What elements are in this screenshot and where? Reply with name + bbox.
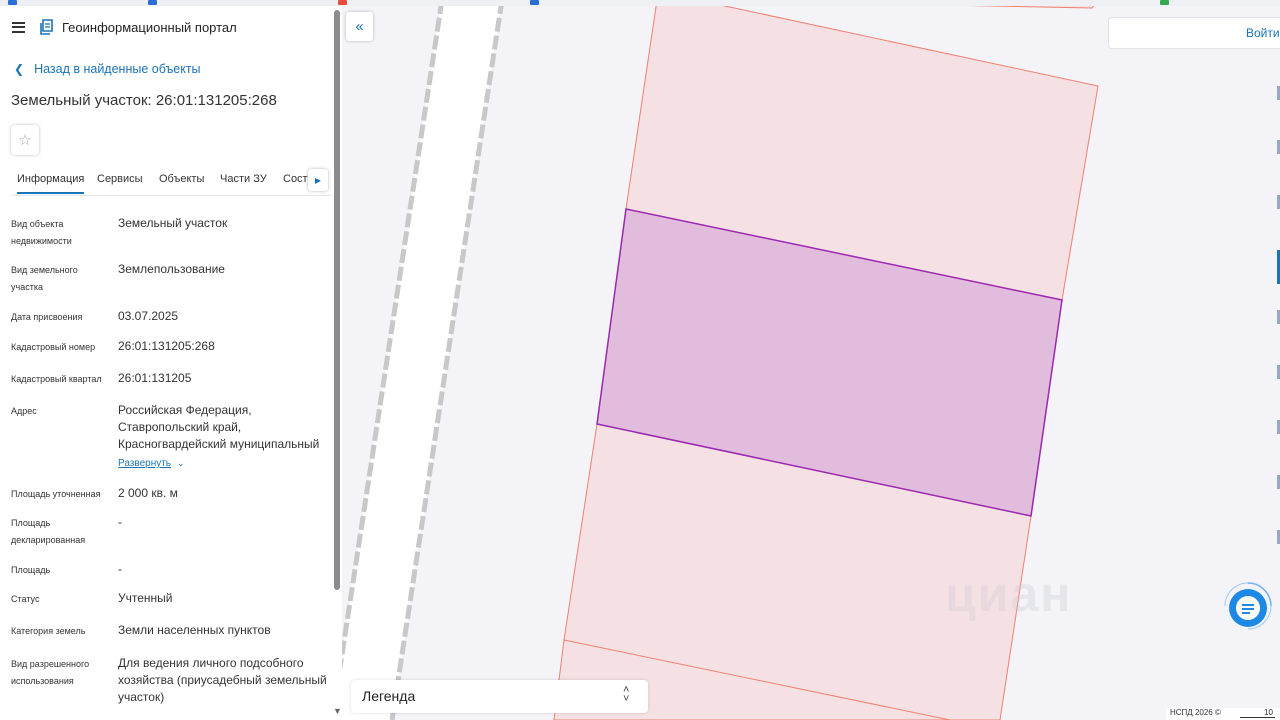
map-view[interactable] [342,0,1280,720]
tab-information[interactable]: Информация [17,173,85,194]
chevron-right-icon[interactable]: ▶ [308,169,328,191]
tab-parts[interactable]: Части ЗУ [220,173,267,185]
back-link-label: Назад в найденные объекты [34,62,201,76]
tab-services[interactable]: Сервисы [97,173,143,185]
star-outline-icon[interactable]: ☆ [11,125,39,155]
detail-label: Дата присвоения [11,312,83,322]
detail-value: 26:01:131205:268 [118,339,215,353]
detail-value: Учтенный [118,591,173,605]
chat-icon[interactable] [1222,580,1274,632]
page-title: Земельный участок: 26:01:131205:268 [11,92,277,109]
detail-label: Вид земельного участка [11,265,78,292]
tab-objects[interactable]: Объекты [159,173,204,185]
back-to-results-link[interactable]: ❮ Назад в найденные объекты [14,62,201,76]
detail-label: Вид объекта недвижимости [11,219,72,246]
road-strip [342,0,502,720]
detail-label: Статус [11,594,40,604]
map-scale: 10 [1240,708,1275,718]
expand-label: Развернуть [118,458,172,469]
portal-header: Геоинформационный портал [12,17,237,37]
detail-label: Площадь декларированная [11,518,86,545]
panel-scrollbar[interactable] [334,10,340,590]
legend-dropdown[interactable]: Легенда ˄ ˅ [351,680,648,713]
detail-label: Площадь уточненная [11,489,101,499]
detail-value: 26:01:131205 [118,371,192,385]
chevron-down-icon: ⌄ [177,458,185,468]
browser-bookmark-strip [0,0,1280,6]
detail-label: Кадастровый квартал [11,374,102,384]
detail-value: 03.07.2025 [118,309,179,323]
login-button[interactable]: Войти [1108,17,1280,49]
double-chevron-left-icon[interactable]: « [346,12,373,41]
portal-title: Геоинформационный портал [62,19,237,35]
login-label: Войти [1246,26,1280,40]
detail-label: Площадь [11,565,51,575]
address-expand-link[interactable]: Развернуть ⌄ [118,458,185,469]
object-info-panel: Геоинформационный портал ❮ Назад в найде… [0,0,342,720]
detail-label: Категория земель [11,626,86,636]
portal-logo-icon [40,19,53,35]
up-down-arrows-icon: ˄ ˅ [623,684,630,705]
detail-value: Земельный участок [118,216,228,230]
detail-value: Земли населенных пунктов [118,623,271,637]
map-canvas[interactable] [342,0,1280,720]
scroll-down-arrow-icon[interactable]: ▼ [333,706,342,716]
detail-value: - [118,562,122,576]
detail-label: Адрес [11,406,37,416]
detail-value: 2 000 кв. м [118,486,178,500]
detail-label: Кадастровый номер [11,342,96,352]
detail-value: - [118,515,122,529]
tab-bar: Информация Сервисы Объекты Части ЗУ Сост… [11,166,331,196]
address-value: Российская Федерация, Ставропольский кра… [118,403,320,451]
legend-label: Легенда [362,688,416,704]
chevron-left-icon: ❮ [14,62,25,76]
detail-label: Вид разрешенного использования [11,659,90,686]
detail-value: Землепользование [118,262,225,276]
watermark-logo: циан [945,566,1073,622]
hamburger-menu-icon[interactable] [12,21,25,33]
detail-value: Для ведения личного подсобного хозяйства… [118,656,327,704]
